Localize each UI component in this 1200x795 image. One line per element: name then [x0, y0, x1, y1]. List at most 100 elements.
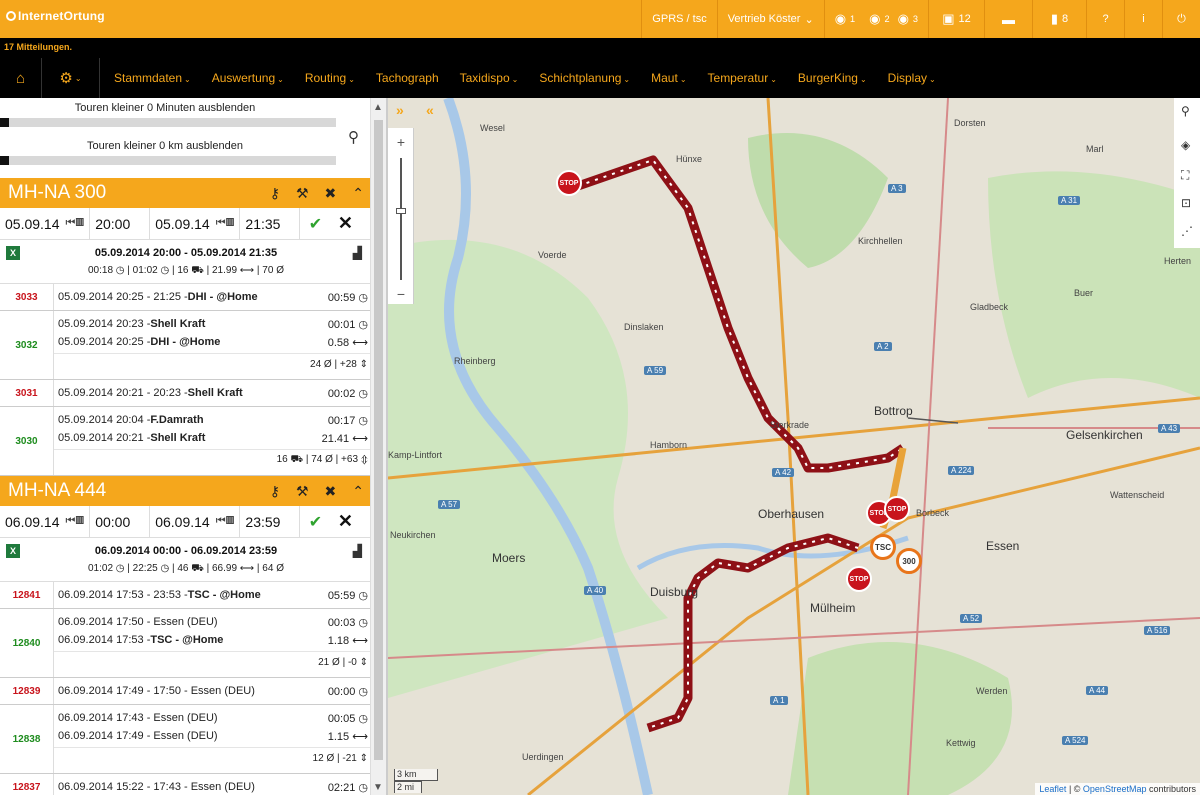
- nav-item[interactable]: Tachograph: [376, 71, 449, 85]
- to-date-field[interactable]: 05.09.14 ⏮▦: [150, 207, 241, 240]
- app-logo[interactable]: InternetOrtung: [6, 9, 105, 23]
- chat-button[interactable]: ▬: [984, 0, 1032, 38]
- tour-header[interactable]: MH-NA 300 ⚷ ⚒ ✖ ⌃: [0, 178, 372, 208]
- layers-icon[interactable]: ◈: [1181, 138, 1190, 152]
- nav-item[interactable]: Routing ⌄: [305, 71, 365, 85]
- messages-icon: ▣: [942, 11, 955, 26]
- chart-icon[interactable]: ▟: [353, 544, 362, 558]
- from-date-field[interactable]: 05.09.14 ⏮▦: [0, 207, 91, 240]
- tour-header[interactable]: MH-NA 444 ⚷ ⚒ ✖ ⌃: [0, 476, 372, 506]
- from-date-field[interactable]: 06.09.14 ⏮▦: [0, 505, 91, 538]
- zoom-out-button[interactable]: −: [388, 286, 414, 302]
- user-menu[interactable]: Vertrieb Köster ⌄: [716, 0, 824, 38]
- hammer-icon[interactable]: ⚒: [296, 483, 309, 500]
- collapse-icon[interactable]: ⌃: [352, 185, 364, 202]
- stop-row[interactable]: 12837 06.09.2014 15:22 - 17:43 - Essen (D…: [0, 774, 372, 795]
- help-icon[interactable]: ?: [1086, 0, 1124, 38]
- zoom-slider-knob[interactable]: [396, 208, 406, 214]
- globe-3-icon[interactable]: ◉ 3: [894, 0, 928, 38]
- globe-1-icon[interactable]: ◉ 1: [823, 0, 865, 38]
- calendar-icon[interactable]: ⏮▦: [216, 217, 235, 230]
- apply-check-icon[interactable]: ✔: [300, 512, 330, 532]
- scroll-thumb[interactable]: [374, 120, 383, 760]
- nav-item[interactable]: BurgerKing ⌄: [798, 71, 877, 85]
- from-time-field[interactable]: 20:00: [90, 207, 151, 240]
- stop-row[interactable]: 3030 05.09.2014 20:04 - F.Damrath 00:17 ◷ 0…: [0, 407, 372, 476]
- stop-row[interactable]: 3031 05.09.2014 20:21 - 20:23 - Shell Kra…: [0, 380, 372, 407]
- nav-item[interactable]: Maut ⌄: [651, 71, 696, 85]
- collapse-icon[interactable]: ⌃: [352, 483, 364, 500]
- messages-button[interactable]: ▣ 12: [928, 0, 984, 38]
- key-icon[interactable]: ⚷: [270, 483, 280, 500]
- expand-chevron-icon[interactable]: »: [396, 102, 404, 118]
- stop-marker[interactable]: STOP: [556, 170, 582, 196]
- stop-row[interactable]: 3033 05.09.2014 20:25 - 21:25 - DHI - @Ho…: [0, 284, 372, 311]
- nav-item[interactable]: Taxidispo ⌄: [460, 71, 529, 85]
- stop-id: 12839: [0, 678, 54, 704]
- osm-link[interactable]: OpenStreetMap: [1083, 784, 1147, 794]
- reset-x-icon[interactable]: ✕: [330, 213, 360, 234]
- calendar-icon[interactable]: ⏮▦: [66, 515, 85, 528]
- town-label: Kamp-Lintfort: [388, 450, 443, 460]
- zoom-in-button[interactable]: +: [388, 134, 414, 150]
- stop-row[interactable]: 12840 06.09.2014 17:50 - Essen (DEU) 00:03…: [0, 609, 372, 678]
- tour-summary: X 06.09.2014 00:00 - 06.09.2014 23:59 01…: [0, 538, 372, 582]
- close-icon[interactable]: ✖: [325, 185, 337, 202]
- collapse-chevron-icon[interactable]: «: [426, 102, 434, 118]
- notifications-link[interactable]: 17 Mitteilungen.: [4, 42, 72, 52]
- close-icon[interactable]: ✖: [325, 483, 337, 500]
- search-icon[interactable]: ⚲: [348, 128, 359, 146]
- stop-id: 3031: [0, 380, 54, 406]
- to-time-field[interactable]: 21:35: [240, 207, 301, 240]
- power-icon[interactable]: ⏻: [1162, 0, 1200, 38]
- settings-gear-icon[interactable]: ⚙ ⌄: [42, 58, 100, 98]
- stop-row[interactable]: 3032 05.09.2014 20:23 - Shell Kraft 00:01 …: [0, 311, 372, 380]
- stop-row[interactable]: 12839 06.09.2014 17:49 - 17:50 - Essen (D…: [0, 678, 372, 705]
- town-label: Neukirchen: [390, 530, 436, 540]
- home-icon[interactable]: ⌂: [0, 58, 42, 98]
- vehicle-marker[interactable]: 300: [896, 548, 922, 574]
- from-time-field[interactable]: 00:00: [90, 505, 151, 538]
- to-time-field[interactable]: 23:59: [240, 505, 301, 538]
- gprs-status[interactable]: GPRS / tsc: [641, 0, 716, 38]
- nav-item[interactable]: Schichtplanung ⌄: [539, 71, 640, 85]
- fit-bounds-icon[interactable]: ⊡: [1181, 196, 1191, 210]
- stop-row[interactable]: 12841 06.09.2014 17:53 - 23:53 - TSC - @H…: [0, 582, 372, 609]
- nav-item[interactable]: Display ⌄: [888, 71, 946, 85]
- scroll-down-icon[interactable]: ▼: [373, 782, 383, 793]
- town-label: Gladbeck: [970, 302, 1009, 312]
- map-search-icon[interactable]: ⚲: [1181, 104, 1190, 118]
- town-label: Borbeck: [916, 508, 950, 518]
- scroll-up-icon[interactable]: ▲: [373, 102, 383, 113]
- stop-marker[interactable]: STOP: [846, 566, 872, 592]
- zoom-slider-track[interactable]: [400, 158, 402, 280]
- alerts-button[interactable]: ▮ 8: [1032, 0, 1086, 38]
- calendar-icon[interactable]: ⏮▦: [216, 515, 235, 528]
- stop-marker[interactable]: STOP: [884, 496, 910, 522]
- km-filter-slider[interactable]: [0, 156, 336, 165]
- location-marker[interactable]: TSC: [870, 534, 896, 560]
- town-label: Marl: [1086, 144, 1104, 154]
- measure-icon[interactable]: ⋰: [1181, 224, 1193, 238]
- stop-line: 06.09.2014 17:49 - 17:50 - Essen (DEU) 00…: [58, 685, 368, 698]
- calendar-icon[interactable]: ⏮▦: [66, 217, 85, 230]
- vehicle-name: MH-NA 444: [8, 480, 107, 501]
- minutes-filter-slider[interactable]: [0, 118, 336, 127]
- globe-2-icon[interactable]: ◉ 2: [865, 0, 893, 38]
- info-icon[interactable]: i: [1124, 0, 1162, 38]
- panel-scrollbar[interactable]: ▲ ▼: [370, 98, 386, 795]
- key-icon[interactable]: ⚷: [270, 185, 280, 202]
- fullscreen-icon[interactable]: ⛶: [1181, 168, 1189, 183]
- stop-row[interactable]: 12838 06.09.2014 17:43 - Essen (DEU) 00:05…: [0, 705, 372, 774]
- nav-item[interactable]: Auswertung ⌄: [212, 71, 294, 85]
- map-view[interactable]: » « + − ⚲ ◈ ⛶ ⊡ ⋰ Bottrop Gelsenkirchen …: [388, 98, 1200, 795]
- message-bar: 17 Mitteilungen.: [0, 38, 1200, 58]
- hammer-icon[interactable]: ⚒: [296, 185, 309, 202]
- chart-icon[interactable]: ▟: [353, 246, 362, 260]
- reset-x-icon[interactable]: ✕: [330, 511, 360, 532]
- apply-check-icon[interactable]: ✔: [300, 214, 330, 234]
- to-date-field[interactable]: 06.09.14 ⏮▦: [150, 505, 241, 538]
- leaflet-link[interactable]: Leaflet: [1039, 784, 1066, 794]
- nav-item[interactable]: Stammdaten ⌄: [114, 71, 201, 85]
- nav-item[interactable]: Temperatur ⌄: [708, 71, 787, 85]
